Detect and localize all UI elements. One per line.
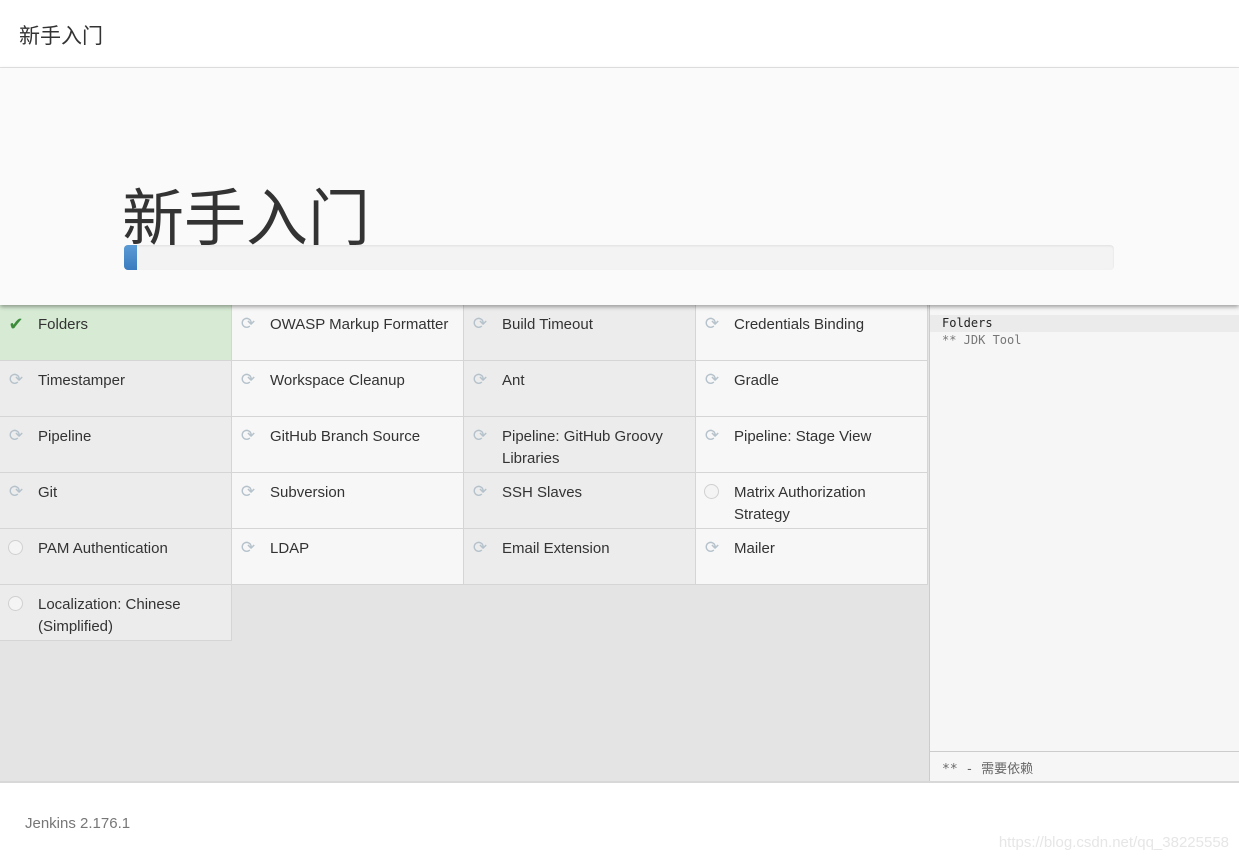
plugin-name: GitHub Branch Source xyxy=(270,428,421,445)
plugin-name: Ant xyxy=(502,372,525,389)
plugin-item: ✔ Folders xyxy=(0,305,232,361)
plugin-item: ⟳ Subversion xyxy=(232,473,464,529)
plugin-item: ⟳ Git xyxy=(0,473,232,529)
plugin-name: Git xyxy=(38,484,58,501)
plugin-item: Localization: Chinese (Simplified) xyxy=(0,585,232,641)
hero-panel: 新手入门 xyxy=(0,68,1239,305)
refresh-icon: ⟳ xyxy=(472,426,488,445)
plugin-item: ⟳ Ant xyxy=(464,361,696,417)
dependency-legend: ** - 需要依赖 xyxy=(930,751,1239,781)
plugin-item: ⟳ Pipeline: Stage View xyxy=(696,417,928,473)
plugin-name: Pipeline: GitHub Groovy Libraries xyxy=(502,428,663,467)
refresh-icon: ⟳ xyxy=(240,482,256,501)
log-line: Folders xyxy=(930,315,1239,332)
plugin-name: Build Timeout xyxy=(502,316,593,333)
plugin-item: Matrix Authorization Strategy xyxy=(696,473,928,529)
plugin-name: PAM Authentication xyxy=(38,540,168,557)
plugin-name: Subversion xyxy=(270,484,346,501)
plugin-item: ⟳ LDAP xyxy=(232,529,464,585)
plugin-item: ⟳ Build Timeout xyxy=(464,305,696,361)
refresh-icon: ⟳ xyxy=(8,482,24,501)
jenkins-version: Jenkins 2.176.1 xyxy=(25,815,131,832)
pending-circle-icon xyxy=(8,596,23,611)
refresh-icon: ⟳ xyxy=(472,482,488,501)
plugin-grid: ✔ Folders ⟳ OWASP Markup Formatter ⟳ Build Ti… xyxy=(0,305,928,641)
refresh-icon: ⟳ xyxy=(704,426,720,445)
plugin-name: Matrix Authorization Strategy xyxy=(734,484,866,523)
plugin-item: ⟳ Pipeline: GitHub Groovy Libraries xyxy=(464,417,696,473)
plugin-install-area: ✔ Folders ⟳ OWASP Markup Formatter ⟳ Build Ti… xyxy=(0,305,1239,783)
install-progress-bar xyxy=(124,245,1114,270)
plugin-item: ⟳ SSH Slaves xyxy=(464,473,696,529)
refresh-icon: ⟳ xyxy=(240,426,256,445)
plugin-name: Folders xyxy=(38,316,89,333)
refresh-icon: ⟳ xyxy=(472,538,488,557)
pending-circle-icon xyxy=(8,540,23,555)
plugin-name: LDAP xyxy=(270,540,310,557)
plugin-item: ⟳ Workspace Cleanup xyxy=(232,361,464,417)
install-log-panel: Folders ** JDK Tool ** - 需要依赖 xyxy=(929,305,1239,781)
watermark: https://blog.csdn.net/qq_38225558 xyxy=(998,834,1229,851)
refresh-icon: ⟳ xyxy=(240,538,256,557)
plugin-name: Pipeline: Stage View xyxy=(734,428,872,445)
plugin-item: ⟳ Timestamper xyxy=(0,361,232,417)
plugin-name: OWASP Markup Formatter xyxy=(270,316,449,333)
plugin-item: ⟳ OWASP Markup Formatter xyxy=(232,305,464,361)
plugin-item: PAM Authentication xyxy=(0,529,232,585)
refresh-icon: ⟳ xyxy=(8,370,24,389)
plugin-name: Workspace Cleanup xyxy=(270,372,405,389)
check-icon: ✔ xyxy=(8,314,24,334)
refresh-icon: ⟳ xyxy=(472,370,488,389)
plugin-item: ⟳ Pipeline xyxy=(0,417,232,473)
plugin-name: Mailer xyxy=(734,540,775,557)
log-line: ** JDK Tool xyxy=(942,333,1022,347)
plugin-name: Localization: Chinese (Simplified) xyxy=(38,596,181,635)
pending-circle-icon xyxy=(704,484,719,499)
window-title: 新手入门 xyxy=(0,0,1239,68)
refresh-icon: ⟳ xyxy=(472,314,488,333)
plugin-name: Email Extension xyxy=(502,540,610,557)
refresh-icon: ⟳ xyxy=(704,538,720,557)
refresh-icon: ⟳ xyxy=(704,370,720,389)
refresh-icon: ⟳ xyxy=(704,314,720,333)
refresh-icon: ⟳ xyxy=(240,370,256,389)
refresh-icon: ⟳ xyxy=(240,314,256,333)
plugin-name: Credentials Binding xyxy=(734,316,865,333)
plugin-item: ⟳ Gradle xyxy=(696,361,928,417)
refresh-icon: ⟳ xyxy=(8,426,24,445)
plugin-name: SSH Slaves xyxy=(502,484,583,501)
plugin-name: Pipeline xyxy=(38,428,92,445)
plugin-item: ⟳ Credentials Binding xyxy=(696,305,928,361)
plugin-item: ⟳ GitHub Branch Source xyxy=(232,417,464,473)
plugin-name: Gradle xyxy=(734,372,780,389)
plugin-item: ⟳ Mailer xyxy=(696,529,928,585)
plugin-name: Timestamper xyxy=(38,372,125,389)
plugin-item: ⟳ Email Extension xyxy=(464,529,696,585)
progress-fill xyxy=(124,245,137,270)
